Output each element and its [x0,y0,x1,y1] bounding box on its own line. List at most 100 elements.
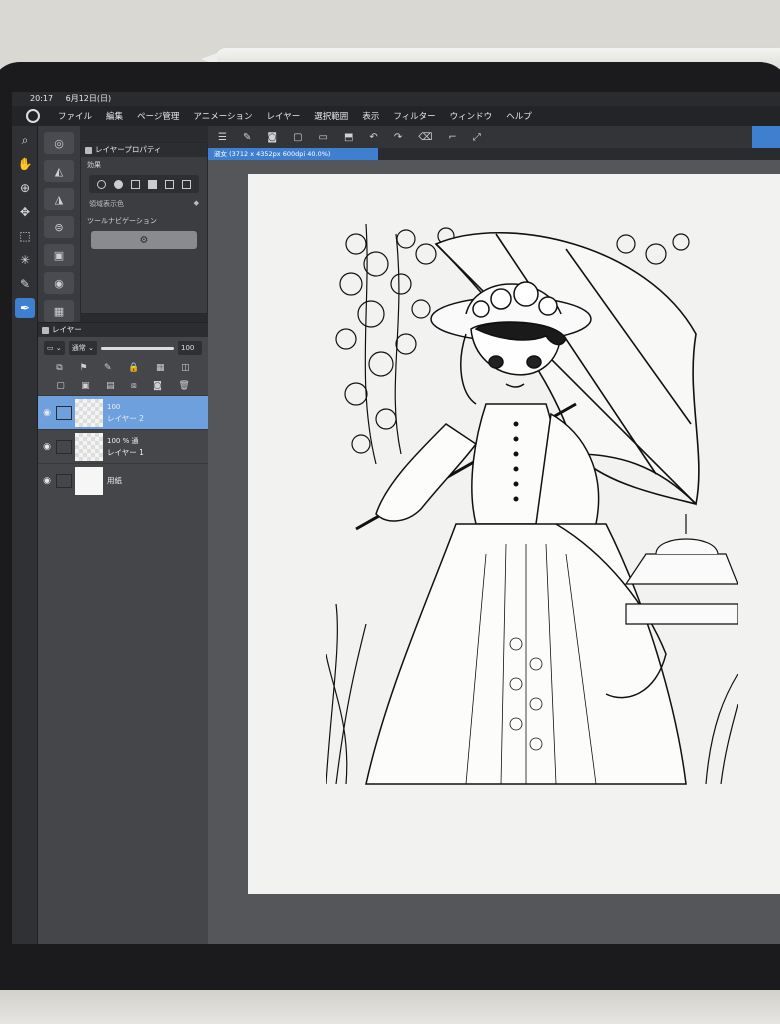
layer-opacity: 100 % 通 [107,436,139,445]
layer-panel-icon [42,327,49,334]
tool-navigation-label: ツールナビゲーション [87,217,157,225]
mask-effect-icon[interactable] [165,179,174,189]
clip-icon[interactable]: ⧉ [56,363,62,373]
tool-palette: ⌕ ✋ ⊕ ✥ ⬚ ✳ ✎ ✒ [12,126,38,944]
layer-thumbnail [75,398,103,427]
save-icon[interactable]: ⬒ [344,132,353,143]
eyedropper-icon[interactable]: ✎ [15,274,35,294]
layer-settings-icon[interactable]: ◙ [267,132,277,143]
hand-tool-icon[interactable]: ✋ [15,154,35,174]
merge-layer-icon[interactable]: ⧈ [131,381,137,391]
new-vector-layer-icon[interactable]: ▣ [81,381,90,391]
tool-navigation-button[interactable]: ⚙ [91,231,197,249]
subtool-5-icon[interactable]: ▣ [44,244,74,266]
layer-property-panel: レイヤープロパティ 効果 領域表示色 ◆ ツールナビゲーション ⚙ [80,142,208,314]
layer-lock-box[interactable] [56,473,72,488]
transform-icon[interactable]: ⤢ [473,132,481,143]
pen-tool-icon[interactable]: ✒ [15,298,35,318]
menu-selection[interactable]: 選択範囲 [314,110,348,122]
opacity-value[interactable]: 100 [178,341,202,355]
visibility-eye-icon[interactable]: ◉ [38,442,56,452]
layer-thumbnail [75,432,103,461]
mask-icon[interactable]: ◫ [181,363,190,373]
layer-property-title: レイヤープロパティ [95,145,162,154]
clear-icon[interactable]: ⌫ [418,132,432,143]
zoom-tool-icon[interactable]: ⌕ [15,130,35,150]
opacity-slider[interactable] [100,346,174,350]
delete-layer-icon[interactable]: 🗑 [178,381,189,391]
lock-icon[interactable]: 🔒 [128,363,139,373]
selection-tool-icon[interactable]: ⬚ [15,226,35,246]
tone-effect-icon[interactable] [131,179,140,189]
menu-window[interactable]: ウィンドウ [450,110,493,122]
effect-label: 効果 [87,161,101,169]
subtool-3-icon[interactable]: ◮ [44,188,74,210]
subtool-7-icon[interactable]: ▦ [44,300,74,322]
status-date: 6月12日(日) [65,94,112,103]
crop-icon[interactable]: ⌐ [448,132,456,143]
new-raster-layer-icon[interactable]: ▢ [56,381,65,391]
move-tool-icon[interactable]: ✥ [15,202,35,222]
layer-color-icon[interactable] [148,179,157,189]
undo-icon[interactable]: ↶ [369,132,377,143]
display-color-icon[interactable]: ◆ [194,199,199,209]
subtool-2-icon[interactable]: ◭ [44,160,74,182]
layer-info: 用紙 [107,475,122,486]
border-effect-icon[interactable] [97,179,106,189]
layer-row-paper[interactable]: ◉ 用紙 [38,463,208,497]
effect-extra-icon[interactable] [182,179,191,189]
blend-mode-dropdown[interactable]: 通常 ⌄ [68,341,97,355]
status-time: 20:17 [30,94,54,103]
redo-icon[interactable]: ↷ [394,132,402,143]
open-folder-icon[interactable]: ▭ [319,132,328,143]
canvas-area[interactable] [208,160,780,944]
subtool-4-icon[interactable]: ⊜ [44,216,74,238]
lock-transparency-icon[interactable]: ▦ [156,363,165,373]
layer-panel-title: レイヤー [52,325,82,334]
lineart-illustration [326,224,738,785]
display-color-row: 領域表示色 ◆ [81,195,207,213]
canvas-paper[interactable] [248,174,780,894]
subtool-1-icon[interactable]: ◎ [44,132,74,154]
new-folder-icon[interactable]: ▤ [106,381,115,391]
layer-panel: レイヤー ▭ ⌄ 通常 ⌄ 100 ⧉ ⚑ ✎ 🔒 ▦ ◫ ▢ ▣ ▤ ⧈ ◙ … [38,322,208,944]
blend-mode-value: 通常 [71,344,86,352]
reference-icon[interactable]: ⚑ [79,363,87,373]
layer-opacity: 100 [107,402,121,411]
menu-lines-icon[interactable]: ☰ [218,132,227,143]
menu-view[interactable]: 表示 [362,110,379,122]
layer-type-dropdown[interactable]: ▭ ⌄ [44,341,65,355]
visibility-eye-icon[interactable]: ◉ [38,476,56,486]
layer-name: 用紙 [107,476,122,485]
document-tab[interactable]: 淑女 (3712 x 4352px 600dpi 40.0%) [208,148,378,160]
layer-row-2[interactable]: ◉ 100 レイヤー 2 [38,395,208,429]
panel-icon [85,147,92,154]
menu-filter[interactable]: フィルター [393,110,435,122]
layer-edit-pen-icon[interactable] [56,405,72,420]
magic-wand-icon[interactable]: ✳ [15,250,35,270]
menu-edit[interactable]: 編集 [106,110,123,122]
object-tool-icon[interactable]: ⊕ [15,178,35,198]
layer-property-header: レイヤープロパティ [81,143,207,157]
new-document-icon[interactable]: ▢ [293,132,302,143]
active-command-button[interactable] [752,126,780,148]
menu-help[interactable]: ヘルプ [506,110,532,122]
table-surface [0,990,780,1024]
extract-line-icon[interactable] [114,179,123,189]
menu-file[interactable]: ファイル [58,110,92,122]
menu-page[interactable]: ページ管理 [137,110,179,122]
menu-layer[interactable]: レイヤー [267,110,301,122]
layer-controls: ▭ ⌄ 通常 ⌄ 100 [38,337,208,359]
draft-icon[interactable]: ✎ [104,363,112,373]
visibility-eye-icon[interactable]: ◉ [38,408,56,418]
pen-edit-icon[interactable]: ✎ [243,132,251,143]
subtool-6-icon[interactable]: ◉ [44,272,74,294]
layer-lock-box[interactable] [56,439,72,454]
app-logo-icon[interactable] [26,109,40,123]
paper-thumbnail [75,466,103,495]
layer-row-1[interactable]: ◉ 100 % 通 レイヤー 1 [38,429,208,463]
layer-icon-row-2: ▢ ▣ ▤ ⧈ ◙ 🗑 [38,377,208,395]
status-bar: 20:17 6月12日(日) [12,92,780,106]
layer-mask-icon[interactable]: ◙ [153,381,162,391]
menu-animation[interactable]: アニメーション [193,110,252,122]
